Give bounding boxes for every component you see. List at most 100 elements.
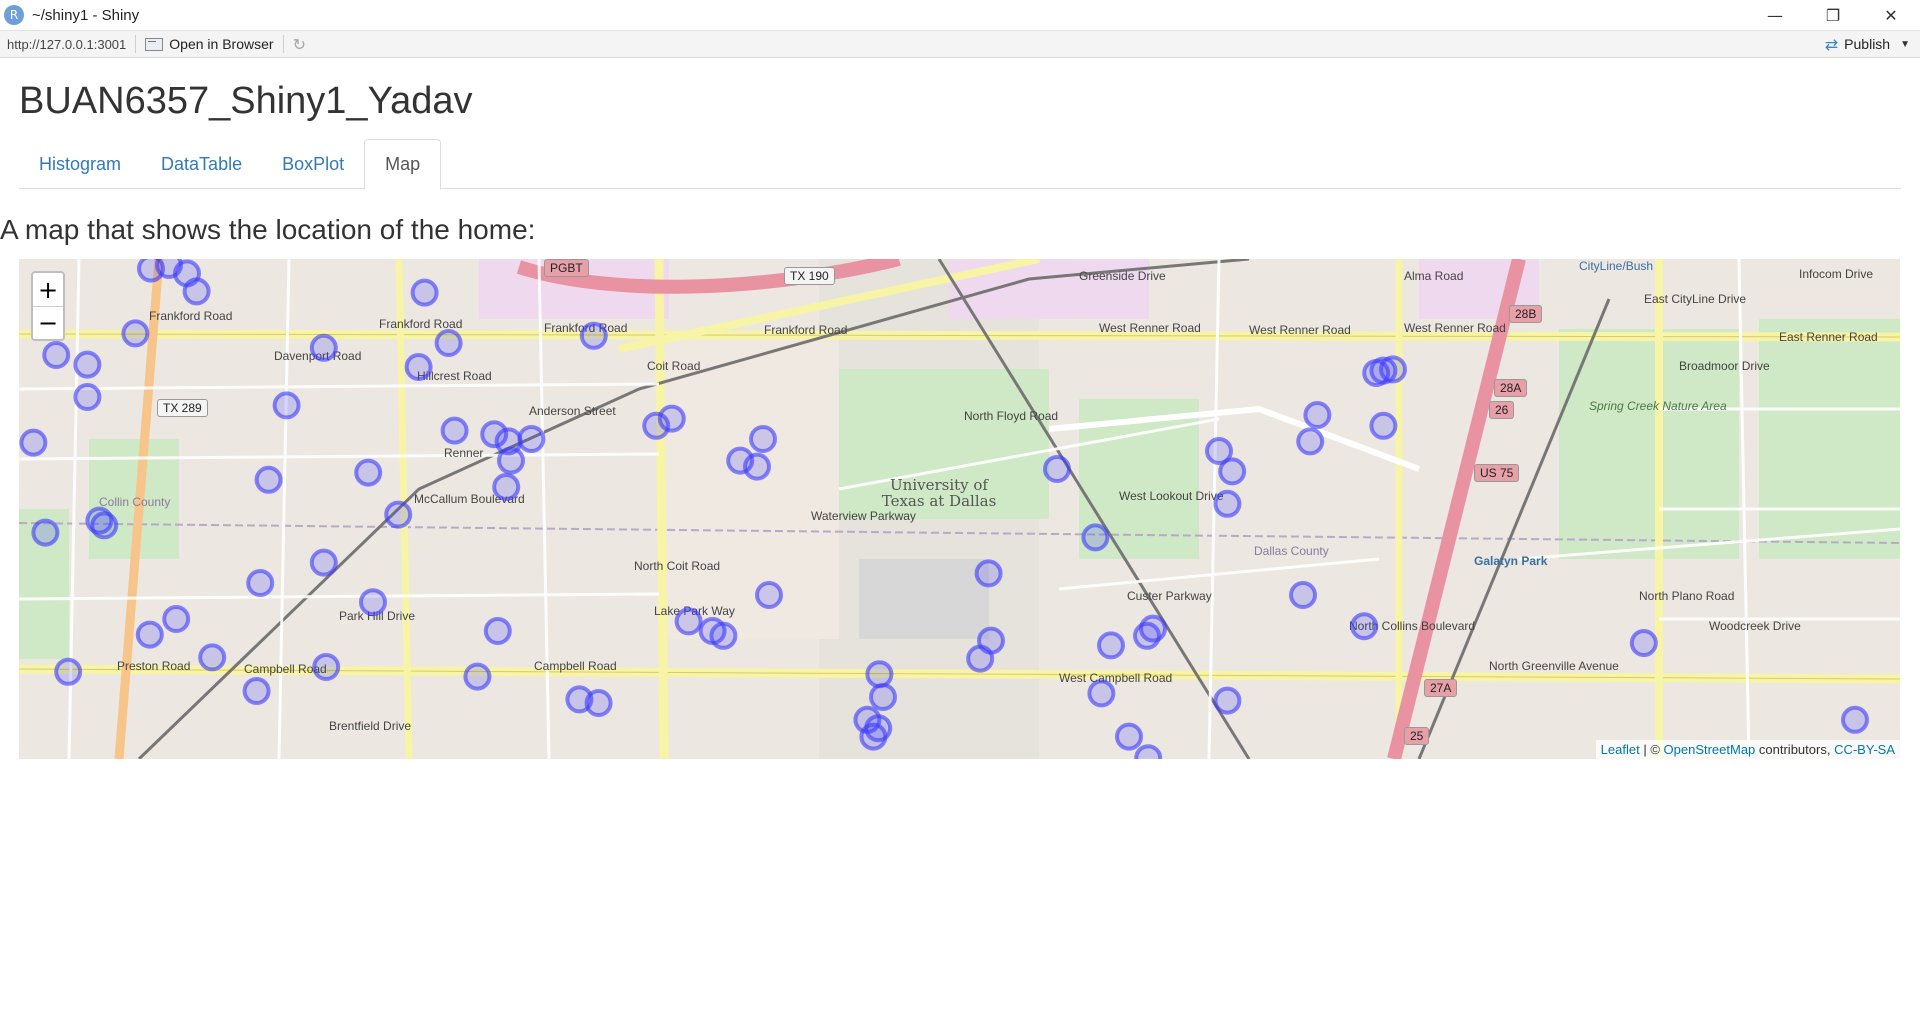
home-location-marker[interactable] <box>1218 457 1247 486</box>
marker-layer <box>19 259 1869 759</box>
home-location-marker[interactable] <box>198 643 227 672</box>
viewer-toolbar: http://127.0.0.1:3001 Open in Browser ↻ … <box>0 30 1920 58</box>
home-location-marker[interactable] <box>1097 631 1125 660</box>
home-location-marker[interactable] <box>869 683 897 711</box>
home-location-marker[interactable] <box>1134 744 1163 759</box>
home-location-marker[interactable] <box>743 452 771 481</box>
license-link[interactable]: CC-BY-SA <box>1834 742 1895 757</box>
home-location-marker[interactable] <box>463 662 492 691</box>
leaflet-map[interactable]: Frankford Road Frankford Road Frankford … <box>19 259 1900 759</box>
home-location-marker[interactable] <box>404 353 433 381</box>
home-location-marker[interactable] <box>19 428 48 457</box>
home-location-marker[interactable] <box>410 278 439 307</box>
zoom-control: + − <box>31 271 65 341</box>
home-location-marker[interactable] <box>73 383 102 411</box>
home-location-marker[interactable] <box>73 350 102 379</box>
home-location-marker[interactable] <box>1213 489 1242 518</box>
home-location-marker[interactable] <box>497 446 525 475</box>
home-location-marker[interactable] <box>121 319 150 348</box>
home-location-marker[interactable] <box>657 404 686 433</box>
home-location-marker[interactable] <box>492 473 521 501</box>
home-location-marker[interactable] <box>54 657 83 686</box>
zoom-out-button[interactable]: − <box>33 306 63 339</box>
home-location-marker[interactable] <box>749 425 777 453</box>
home-location-marker[interactable] <box>1081 523 1110 552</box>
attribution-contributors: contributors, <box>1755 742 1835 757</box>
close-icon[interactable]: ✕ <box>1862 0 1920 30</box>
restore-icon[interactable]: ❐ <box>1804 0 1862 30</box>
r-app-icon: R <box>4 5 24 25</box>
tab-bar: Histogram DataTable BoxPlot Map <box>19 139 1901 190</box>
home-location-marker[interactable] <box>1133 621 1161 650</box>
toolbar-separator <box>135 35 137 53</box>
home-location-marker[interactable] <box>1369 411 1398 440</box>
home-location-marker[interactable] <box>865 660 894 689</box>
openstreetmap-link[interactable]: OpenStreetMap <box>1664 742 1756 757</box>
home-location-marker[interactable] <box>354 458 383 487</box>
home-location-marker[interactable] <box>384 500 413 529</box>
home-location-marker[interactable] <box>31 518 60 547</box>
home-location-marker[interactable] <box>584 689 613 717</box>
home-location-marker[interactable] <box>182 277 211 306</box>
zoom-in-button[interactable]: + <box>33 273 63 306</box>
tab-map[interactable]: Map <box>364 139 442 190</box>
tab-datatable[interactable]: DataTable <box>141 139 262 189</box>
browser-window-icon <box>145 37 164 51</box>
home-location-marker[interactable] <box>42 341 71 369</box>
open-in-browser-button[interactable]: Open in Browser <box>145 36 274 52</box>
home-location-marker[interactable] <box>974 559 1003 588</box>
home-location-marker[interactable] <box>859 722 888 751</box>
open-in-browser-label: Open in Browser <box>169 36 274 52</box>
home-location-marker[interactable] <box>1043 455 1071 483</box>
home-location-marker[interactable] <box>1087 679 1116 708</box>
home-location-marker[interactable] <box>1289 581 1317 609</box>
home-location-marker[interactable] <box>755 581 783 609</box>
map-caption: A map that shows the location of the hom… <box>0 214 536 245</box>
url-text: http://127.0.0.1:3001 <box>7 36 127 52</box>
map-attribution: Leaflet | © OpenStreetMap contributors, … <box>1595 740 1900 759</box>
home-location-marker[interactable] <box>1379 355 1407 384</box>
window-title-bar: R ~/shiny1 - Shiny — ❐ ✕ <box>0 0 1920 30</box>
leaflet-link[interactable]: Leaflet <box>1601 742 1640 757</box>
home-location-marker[interactable] <box>254 465 283 494</box>
home-location-marker[interactable] <box>1303 401 1332 429</box>
home-location-marker[interactable] <box>434 329 463 357</box>
home-location-marker[interactable] <box>674 607 703 636</box>
home-location-marker[interactable] <box>135 620 164 649</box>
publish-icon: ⇄ <box>1824 34 1839 54</box>
home-location-marker[interactable] <box>137 259 165 283</box>
home-location-marker[interactable] <box>309 548 338 577</box>
home-location-marker[interactable] <box>517 425 546 453</box>
home-location-marker[interactable] <box>90 511 119 540</box>
chevron-down-icon[interactable]: ▼ <box>1900 39 1910 50</box>
toolbar-separator <box>282 35 284 53</box>
publish-label: Publish <box>1844 36 1891 52</box>
home-location-marker[interactable] <box>272 391 301 420</box>
home-location-marker[interactable] <box>312 653 341 681</box>
home-location-marker[interactable] <box>1629 629 1658 657</box>
window-controls: — ❐ ✕ <box>1746 0 1920 30</box>
minimize-icon[interactable]: — <box>1746 0 1804 30</box>
home-location-marker[interactable] <box>966 644 995 673</box>
attribution-separator: | © <box>1639 742 1664 757</box>
home-location-marker[interactable] <box>440 416 469 445</box>
page-title: BUAN6357_Shiny1_Yadav <box>19 80 473 122</box>
home-location-marker[interactable] <box>359 588 387 617</box>
tab-boxplot[interactable]: BoxPlot <box>262 139 364 189</box>
home-location-marker[interactable] <box>709 621 738 650</box>
home-location-marker[interactable] <box>246 569 275 597</box>
home-location-marker[interactable] <box>1115 722 1143 751</box>
refresh-icon[interactable]: ↻ <box>293 35 306 54</box>
home-location-marker[interactable] <box>1296 427 1325 456</box>
home-location-marker[interactable] <box>162 605 191 633</box>
home-location-marker[interactable] <box>1350 612 1379 641</box>
window-title: ~/shiny1 - Shiny <box>32 6 140 24</box>
home-location-marker[interactable] <box>1841 705 1869 734</box>
tab-histogram[interactable]: Histogram <box>19 139 141 189</box>
home-location-marker[interactable] <box>309 333 338 362</box>
home-location-marker[interactable] <box>579 321 608 350</box>
publish-button[interactable]: ⇄ Publish ▼ <box>1825 35 1910 54</box>
home-location-marker[interactable] <box>242 677 271 705</box>
home-location-marker[interactable] <box>1213 686 1242 715</box>
home-location-marker[interactable] <box>483 617 512 645</box>
